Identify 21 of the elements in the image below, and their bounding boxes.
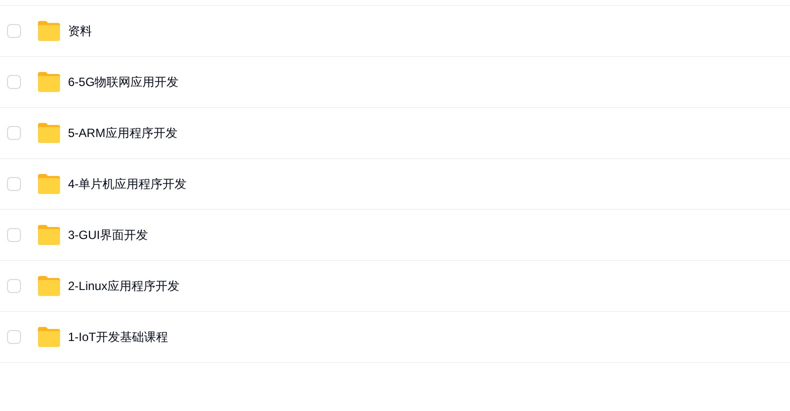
folder-name[interactable]: 2-Linux应用程序开发 (68, 277, 180, 295)
checkbox[interactable] (7, 24, 21, 38)
folder-icon (37, 173, 61, 195)
checkbox[interactable] (7, 126, 21, 140)
folder-icon (37, 71, 61, 93)
checkbox[interactable] (7, 177, 21, 191)
checkbox[interactable] (7, 279, 21, 293)
checkbox[interactable] (7, 75, 21, 89)
checkbox[interactable] (7, 228, 21, 242)
folder-name[interactable]: 6-5G物联网应用开发 (68, 73, 179, 91)
folder-name[interactable]: 5-ARM应用程序开发 (68, 124, 178, 142)
folder-name[interactable]: 资料 (68, 22, 92, 40)
folder-name[interactable]: 1-IoT开发基础课程 (68, 328, 168, 346)
folder-icon (37, 275, 61, 297)
folder-icon (37, 20, 61, 42)
folder-name[interactable]: 4-单片机应用程序开发 (68, 175, 187, 193)
folder-icon (37, 224, 61, 246)
folder-name[interactable]: 3-GUI界面开发 (68, 226, 148, 244)
folder-icon (37, 122, 61, 144)
folder-icon (37, 326, 61, 348)
checkbox[interactable] (7, 330, 21, 344)
